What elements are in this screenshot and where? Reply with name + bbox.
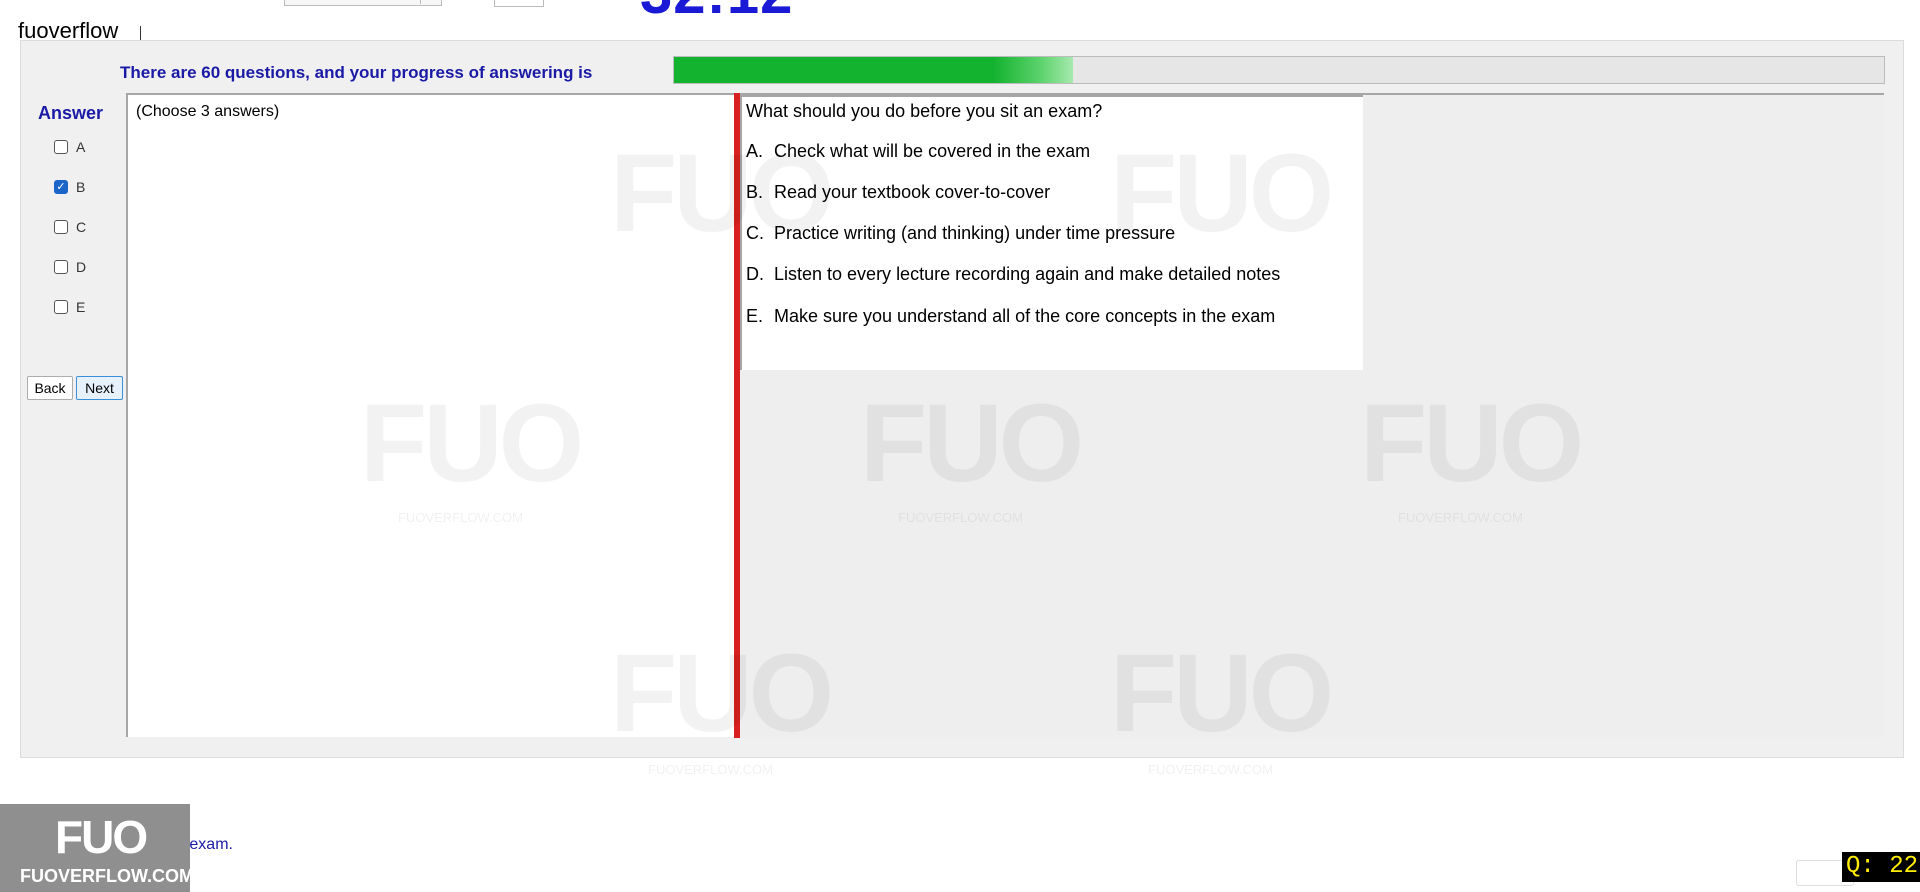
answer-option-letter: D xyxy=(76,259,87,275)
progress-text: There are 60 questions, and your progres… xyxy=(120,63,593,82)
answer-option-letter: A xyxy=(76,139,86,155)
answer-option-a[interactable]: A xyxy=(54,137,85,157)
answer-option-letter: B xyxy=(76,179,86,195)
watermark-logo: FUO xyxy=(360,382,584,505)
checkbox-e[interactable] xyxy=(54,300,68,314)
watermark-site: FUOVERFLOW.COM xyxy=(398,510,523,525)
answer-option-c[interactable]: C xyxy=(54,217,86,237)
checkbox-c[interactable] xyxy=(54,220,68,234)
watermark-site: FUOVERFLOW.COM xyxy=(648,762,773,777)
answer-option-letter: C xyxy=(76,219,87,235)
question-option-e: E. Make sure you understand all of the co… xyxy=(746,306,1275,327)
question-option-d: D. Listen to every lecture recording agai… xyxy=(746,264,1280,285)
answer-option-d[interactable]: D xyxy=(54,257,86,277)
logo-mark: FUO xyxy=(55,811,148,863)
answer-option-e[interactable]: E xyxy=(54,297,85,317)
answer-option-b[interactable]: ✓ B xyxy=(54,177,85,197)
checkbox-a[interactable] xyxy=(54,140,68,154)
watermark-logo: FUO xyxy=(860,382,1084,505)
watermark-site: FUOVERFLOW.COM xyxy=(1148,762,1273,777)
question-text: What should you do before you sit an exa… xyxy=(746,101,1103,121)
option-text: Make sure you understand all of the core… xyxy=(774,306,1276,326)
checkbox-d[interactable] xyxy=(54,260,68,274)
option-letter: D. xyxy=(746,264,764,284)
option-text: Listen to every lecture recording again … xyxy=(774,264,1281,284)
watermark-logo: FUO xyxy=(610,132,834,255)
top-small-field[interactable] xyxy=(494,0,544,7)
exam-timer: 32:12 xyxy=(640,0,793,23)
chevron-down-icon[interactable] xyxy=(420,0,441,4)
watermark-site: FUOVERFLOW.COM xyxy=(898,510,1023,525)
watermark-logo: FUO xyxy=(610,632,834,755)
site-logo: FUO FUOVERFLOW.COM xyxy=(0,804,194,892)
question-counter: Q: 22 xyxy=(1842,852,1920,882)
next-button[interactable]: Next xyxy=(76,376,123,400)
back-button[interactable]: Back xyxy=(27,376,73,400)
watermark-logo: FUO xyxy=(1360,382,1584,505)
progress-bar xyxy=(673,56,1885,84)
top-combo-box[interactable] xyxy=(284,0,442,6)
option-letter: E. xyxy=(746,306,764,326)
watermark-site: FUOVERFLOW.COM xyxy=(1398,510,1523,525)
watermark-logo: FUO xyxy=(1110,632,1334,755)
logo-text: FUOVERFLOW.COM xyxy=(20,866,194,886)
progress-bar-fill xyxy=(674,57,1074,83)
answer-option-letter: E xyxy=(76,299,86,315)
answer-label: Answer xyxy=(38,103,104,123)
instruction-text: (Choose 3 answers) xyxy=(136,103,280,120)
checkbox-b-checked[interactable]: ✓ xyxy=(54,180,68,194)
watermark-logo: FUO xyxy=(1110,132,1334,255)
